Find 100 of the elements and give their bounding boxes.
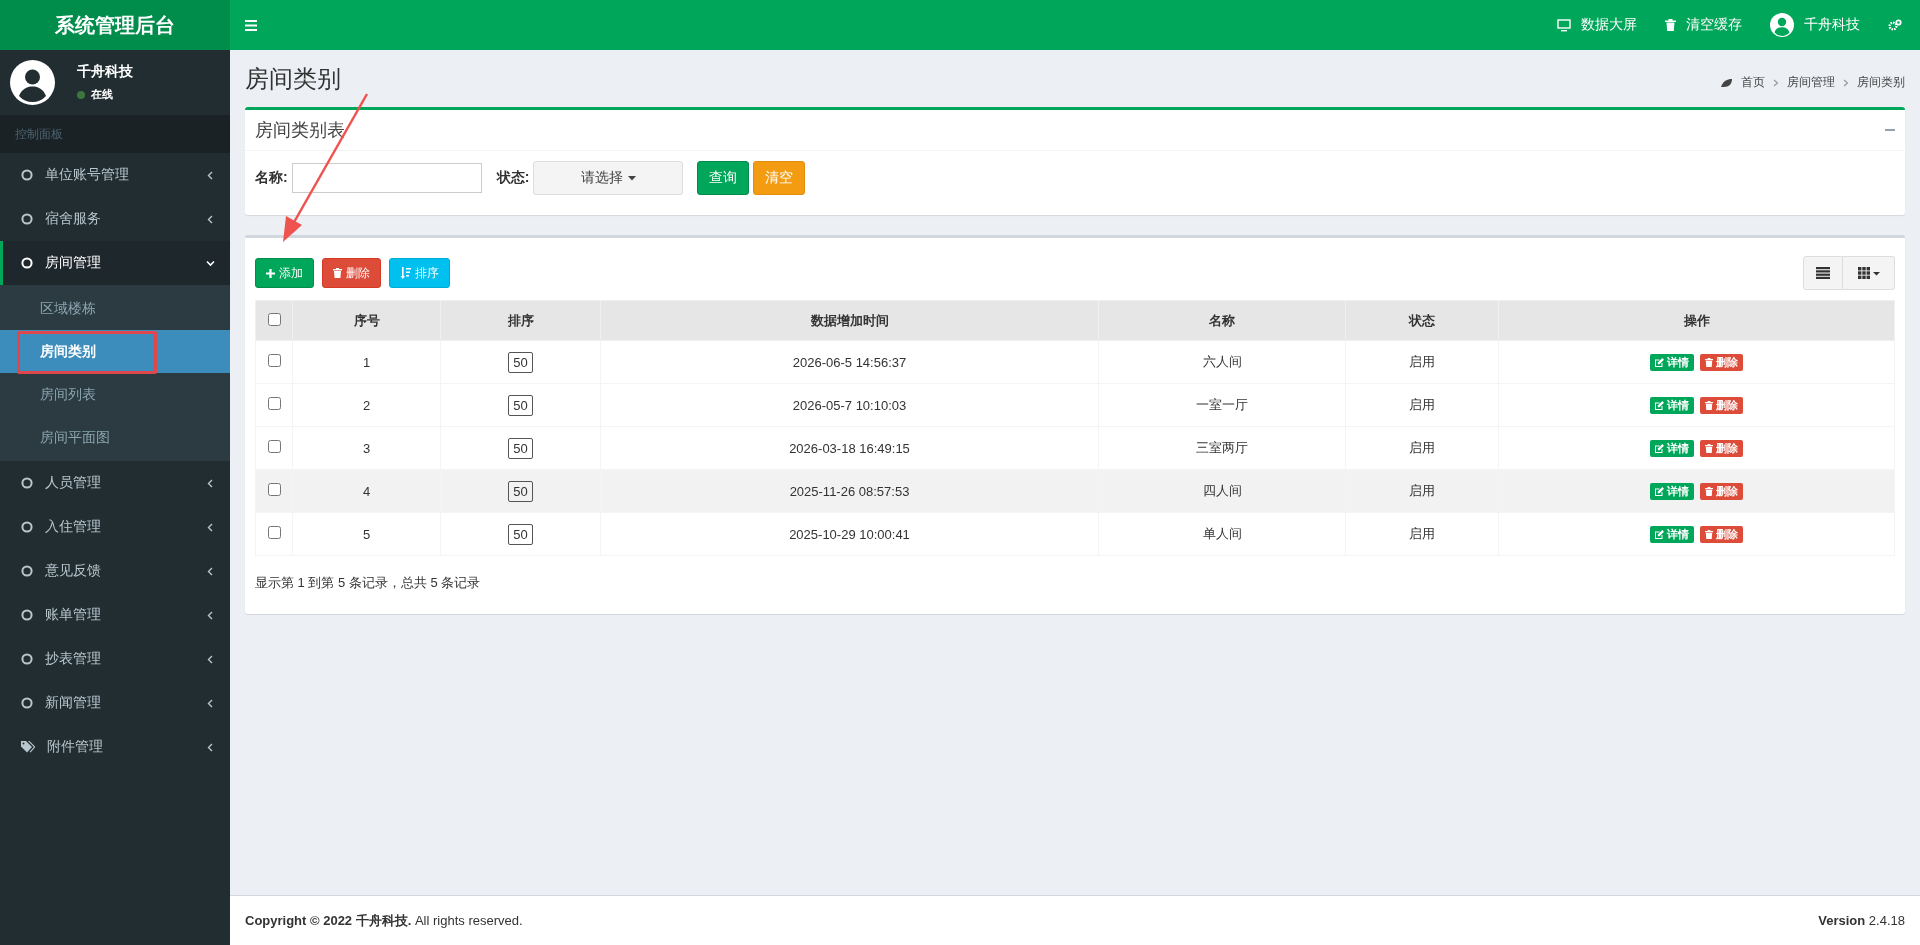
leaf-icon: [1720, 77, 1733, 88]
delete-button[interactable]: 删除: [1700, 482, 1743, 500]
grid-icon: [1857, 267, 1880, 279]
row-checkbox[interactable]: [267, 526, 281, 539]
sidebar-item[interactable]: 账单管理: [0, 593, 230, 637]
breadcrumb-link[interactable]: 房间管理: [1787, 74, 1835, 91]
table-cell: 一室一厅: [1098, 383, 1346, 427]
table-cell: 启用: [1345, 512, 1499, 556]
sort-input-field[interactable]: 50: [508, 351, 533, 373]
sidebar-item[interactable]: 宿舍服务: [0, 197, 230, 241]
sidebar-item[interactable]: 抄表管理: [0, 637, 230, 681]
sidebar-item[interactable]: 意见反馈: [0, 549, 230, 593]
column-header: 排序: [440, 300, 601, 341]
column-header: 状态: [1345, 300, 1499, 341]
circle-icon: [21, 257, 33, 269]
delete-button[interactable]: 删除: [1700, 396, 1743, 414]
row-checkbox[interactable]: [267, 440, 281, 453]
trash-icon: [1705, 486, 1713, 496]
table-cell: 2026-06-5 14:56:37: [600, 340, 1099, 384]
detail-button[interactable]: 详情: [1650, 525, 1694, 543]
submenu-item[interactable]: 房间类别: [0, 330, 230, 373]
submenu-item[interactable]: 区域楼栋: [0, 287, 230, 330]
sort-input-field[interactable]: 50: [508, 523, 533, 545]
breadcrumb-link[interactable]: 首页: [1741, 74, 1765, 91]
field-label: 名称:: [255, 169, 288, 187]
chevron-left-icon: [206, 170, 215, 180]
sidebar-item[interactable]: 新闻管理: [0, 681, 230, 725]
avatar-icon: [1770, 13, 1794, 37]
column-header: 操作: [1498, 300, 1895, 341]
monitor-icon: [1557, 18, 1571, 32]
sort-input-field[interactable]: 50: [508, 480, 533, 502]
avatar-icon: [10, 60, 55, 105]
delete-button[interactable]: 删除: [1700, 525, 1743, 543]
trash-icon: [1705, 357, 1713, 367]
name-input-field[interactable]: [291, 163, 482, 193]
brand-title: 系统管理后台: [0, 0, 230, 50]
copyright-text: Copyright © 2022 千舟科技. All rights reserved.: [245, 911, 523, 930]
table-cell: 单人间: [1098, 512, 1346, 556]
detail-button[interactable]: 详情: [1650, 353, 1694, 371]
plus-icon: [266, 268, 275, 278]
submenu-item[interactable]: 房间列表: [0, 373, 230, 416]
chevron-left-icon: [206, 478, 215, 488]
circle-icon: [21, 213, 33, 225]
table-cell: 2: [292, 383, 441, 427]
submenu-item[interactable]: 房间平面图: [0, 416, 230, 459]
table-cell: 1: [292, 340, 441, 384]
collapse-icon[interactable]: [1885, 128, 1895, 132]
chevron-right-icon: [1843, 78, 1849, 87]
circle-icon: [21, 565, 33, 577]
status-dropdown[interactable]: 请选择: [533, 161, 684, 195]
settings-icon[interactable]: [1888, 19, 1902, 31]
top-nav-link[interactable]: 清空缓存: [1665, 16, 1742, 34]
edit-icon: [1655, 529, 1664, 539]
chevron-left-icon: [206, 742, 215, 752]
sort-input-field[interactable]: 50: [508, 394, 533, 416]
top-nav-link[interactable]: 数据大屏: [1557, 16, 1637, 34]
sidebar-item[interactable]: 人员管理: [0, 461, 230, 505]
table-cell: 2025-11-26 08:57:53: [600, 469, 1099, 513]
delete-button[interactable]: 删除: [1700, 353, 1743, 371]
list-view-button[interactable]: [1803, 256, 1843, 290]
search-button[interactable]: 查询: [697, 161, 750, 195]
trash-icon: [1705, 400, 1713, 410]
row-checkbox[interactable]: [267, 397, 281, 410]
user-menu[interactable]: 千舟科技: [1770, 13, 1860, 37]
detail-button[interactable]: 详情: [1650, 482, 1694, 500]
sidebar-item[interactable]: 房间管理: [0, 241, 230, 285]
table-cell: 启用: [1345, 426, 1499, 470]
edit-icon: [1655, 443, 1664, 453]
chevron-left-icon: [206, 610, 215, 620]
pagination-info: 显示第 1 到第 5 条记录，总共 5 条记录: [255, 574, 482, 592]
add-button[interactable]: 添加: [255, 258, 314, 288]
caret-icon: [627, 175, 636, 181]
edit-icon: [1655, 357, 1664, 367]
row-checkbox[interactable]: [267, 354, 281, 367]
column-header: 名称: [1098, 300, 1346, 341]
table-cell: 2026-03-18 16:49:15: [600, 426, 1099, 470]
field-label: 状态:: [496, 169, 530, 187]
sort-input-field[interactable]: 50: [508, 437, 533, 459]
sidebar-item[interactable]: 单位账号管理: [0, 153, 230, 197]
detail-button[interactable]: 详情: [1650, 396, 1694, 414]
delete-button[interactable]: 删除: [322, 258, 381, 288]
sidebar-item[interactable]: 入住管理: [0, 505, 230, 549]
trash-icon: [1705, 529, 1713, 539]
table-cell: 2026-05-7 10:10:03: [600, 383, 1099, 427]
chevron-left-icon: [206, 214, 215, 224]
menu-icon[interactable]: [245, 19, 257, 31]
circle-icon: [21, 169, 33, 181]
detail-button[interactable]: 详情: [1650, 439, 1694, 457]
chevron-down-icon: [206, 258, 215, 268]
user-name: 千舟科技: [77, 63, 133, 81]
chevron-right-icon: [1773, 78, 1779, 87]
delete-button[interactable]: 删除: [1700, 439, 1743, 457]
select-all-checkbox[interactable]: [267, 312, 281, 326]
columns-dropdown[interactable]: [1843, 256, 1895, 290]
row-checkbox[interactable]: [267, 483, 281, 496]
table-cell: 3: [292, 426, 441, 470]
status-dot: [77, 90, 85, 99]
sidebar-item[interactable]: 附件管理: [0, 725, 230, 769]
panel-title: 房间类别表: [255, 119, 345, 142]
circle-icon: [21, 609, 33, 621]
